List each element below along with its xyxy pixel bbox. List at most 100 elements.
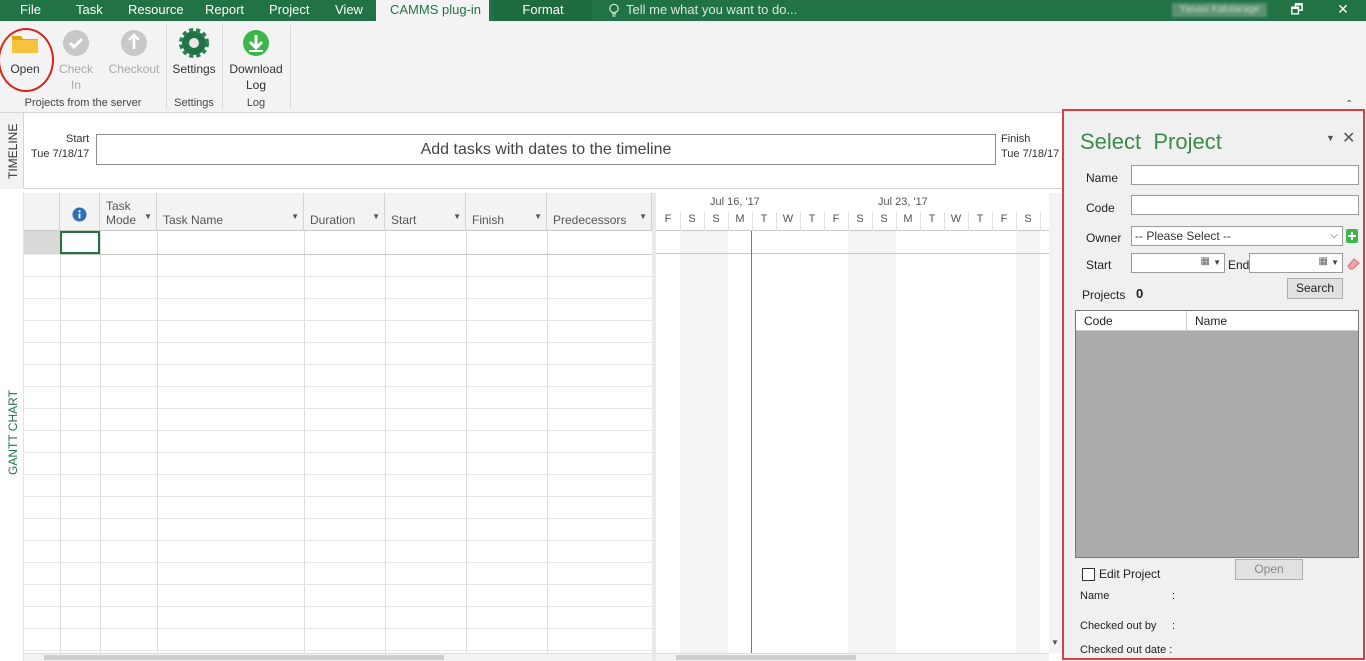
- settings-button[interactable]: Settings: [170, 27, 218, 77]
- day-label: S: [1024, 213, 1032, 225]
- row-header-line: [24, 474, 60, 475]
- gantt-side-bar[interactable]: GANTT CHART: [0, 193, 24, 661]
- dropdown-arrow-icon[interactable]: ▼: [639, 210, 647, 224]
- owner-select[interactable]: -- Please Select -- ⌵: [1131, 226, 1343, 246]
- task-mode-column-header[interactable]: Task Mode ▼: [100, 193, 157, 231]
- indicators-column-header[interactable]: [60, 193, 100, 231]
- finish-column-header[interactable]: Finish ▼: [466, 193, 547, 231]
- user-name[interactable]: Yasasi Kalutarage: [1172, 3, 1267, 17]
- row-line: [60, 650, 652, 651]
- projects-result-grid[interactable]: Code Name: [1075, 310, 1359, 558]
- download-icon: [243, 30, 269, 56]
- dropdown-arrow-icon[interactable]: ▼: [1331, 258, 1339, 267]
- chart-horizontal-scrollbar[interactable]: [656, 653, 1049, 661]
- close-window-icon[interactable]: ✕: [1328, 0, 1358, 21]
- code-input[interactable]: [1131, 195, 1359, 215]
- grid-horizontal-scrollbar[interactable]: [24, 653, 652, 661]
- row-header-line: [24, 320, 60, 321]
- row-line: [60, 518, 652, 519]
- download-log-button[interactable]: Download Log: [226, 27, 286, 93]
- timeline-placeholder[interactable]: Add tasks with dates to the timeline: [96, 134, 996, 165]
- start-column-header[interactable]: Start ▼: [385, 193, 466, 231]
- scrollbar-thumb[interactable]: [676, 655, 856, 660]
- tab-report[interactable]: Report: [205, 0, 244, 21]
- timeline-side-bar[interactable]: TIMELINE: [0, 113, 24, 189]
- dropdown-arrow-icon[interactable]: ▼: [291, 210, 299, 224]
- selected-cell[interactable]: [60, 231, 100, 254]
- row-line: [60, 606, 652, 607]
- panel-menu-icon[interactable]: ▼: [1326, 133, 1335, 143]
- tab-camms-plugin[interactable]: CAMMS plug-in: [376, 0, 489, 21]
- row-header-line: [24, 386, 60, 387]
- add-owner-icon[interactable]: [1346, 229, 1358, 243]
- day-label: S: [712, 213, 720, 225]
- tab-format[interactable]: Format: [494, 0, 592, 21]
- projects-count: 0: [1136, 286, 1144, 301]
- dropdown-arrow-icon[interactable]: ▼: [144, 210, 152, 224]
- row-line: [60, 320, 652, 321]
- row-line: [60, 364, 652, 365]
- end-date-input[interactable]: ▦ ▼: [1249, 253, 1343, 273]
- column-line: [304, 231, 305, 653]
- task-mode-label-2: Mode: [106, 213, 137, 227]
- eraser-icon[interactable]: [1346, 256, 1360, 270]
- row-header-line: [24, 584, 60, 585]
- tab-view[interactable]: View: [335, 0, 363, 21]
- row-line: [60, 584, 652, 585]
- select-all-corner[interactable]: [24, 193, 60, 231]
- tab-resource[interactable]: Resource: [128, 0, 184, 21]
- checkout-button[interactable]: Checkout: [106, 27, 162, 77]
- column-line: [385, 231, 386, 653]
- column-line: [466, 231, 467, 653]
- scrollbar-thumb[interactable]: [44, 655, 444, 660]
- duration-column-header[interactable]: Duration ▼: [304, 193, 385, 231]
- row-header-line: [24, 540, 60, 541]
- day-label: F: [832, 213, 840, 225]
- dropdown-arrow-icon[interactable]: ▼: [372, 210, 380, 224]
- column-line: [547, 231, 548, 653]
- name-column-header[interactable]: Name: [1187, 311, 1358, 331]
- tab-task[interactable]: Task: [76, 0, 103, 21]
- start-date-input[interactable]: ▦ ▼: [1131, 253, 1225, 273]
- panel-title: Select Project: [1080, 129, 1222, 154]
- code-column-header[interactable]: Code: [1076, 311, 1187, 331]
- dropdown-arrow-icon[interactable]: ▼: [534, 210, 542, 224]
- row-header-line: [24, 452, 60, 453]
- gantt-timescale[interactable]: Jul 16, '17 Jul 23, '17 F S S M T W T F S S M T W T F S: [656, 193, 1049, 653]
- active-row-header[interactable]: [24, 231, 60, 254]
- open-project-button[interactable]: Open: [1235, 559, 1303, 580]
- week-label-1: Jul 16, '17: [710, 196, 760, 208]
- row-line: [60, 496, 652, 497]
- current-date-line: [751, 231, 752, 653]
- close-panel-icon[interactable]: ✕: [1342, 128, 1355, 148]
- task-name-column-header[interactable]: Task Name ▼: [157, 193, 304, 231]
- day-label: F: [664, 213, 672, 225]
- search-button[interactable]: Search: [1287, 278, 1343, 299]
- vertical-scrollbar[interactable]: ▼: [1049, 193, 1062, 653]
- predecessors-column-header[interactable]: Predecessors ▼: [547, 193, 652, 231]
- day-label: T: [928, 213, 936, 225]
- scroll-down-icon[interactable]: ▼: [1051, 638, 1059, 647]
- owner-label: Owner: [1086, 231, 1122, 245]
- row-line: [60, 430, 652, 431]
- timeline-start-date: Tue 7/18/17: [31, 148, 90, 160]
- row-line: [60, 628, 652, 629]
- task-mode-label-1: Task: [106, 199, 131, 213]
- name-input[interactable]: [1131, 165, 1359, 185]
- task-grid[interactable]: Task Mode ▼ Task Name ▼ Duration ▼ Start ▼ Fi…: [24, 193, 652, 653]
- dropdown-arrow-icon[interactable]: ▼: [1213, 258, 1221, 267]
- check-in-button[interactable]: Check In: [55, 27, 97, 93]
- calendar-icon[interactable]: ▦: [1319, 256, 1328, 267]
- timeline-side-label: TIMELINE: [6, 123, 20, 179]
- tell-me-search[interactable]: Tell me what you want to do...: [626, 0, 797, 21]
- restore-window-icon[interactable]: 🗗: [1282, 0, 1312, 21]
- tab-project[interactable]: Project: [269, 0, 309, 21]
- calendar-icon[interactable]: ▦: [1201, 256, 1210, 267]
- dropdown-arrow-icon[interactable]: ▼: [453, 210, 461, 224]
- name-label: Name: [1086, 171, 1119, 185]
- tab-file[interactable]: File: [20, 0, 41, 21]
- gear-icon: [179, 28, 209, 58]
- edit-project-checkbox[interactable]: [1082, 568, 1095, 581]
- check-in-label-1: Check: [58, 62, 93, 76]
- week-label-2: Jul 23, '17: [878, 196, 928, 208]
